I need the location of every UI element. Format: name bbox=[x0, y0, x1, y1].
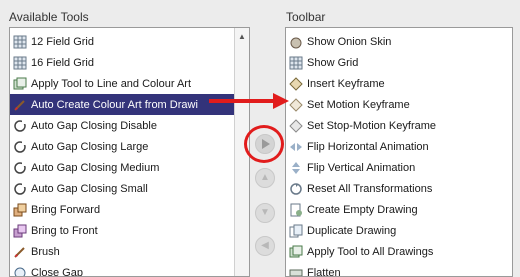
available-tool-item-label: Auto Create Colour Art from Drawi bbox=[31, 98, 198, 111]
available-tool-item[interactable]: Bring to Front bbox=[10, 220, 249, 241]
available-tool-item-label: Brush bbox=[31, 245, 60, 258]
available-tool-item[interactable]: 16 Field Grid bbox=[10, 52, 249, 73]
toolbar-tool-item[interactable]: Set Stop-Motion Keyframe bbox=[286, 115, 512, 136]
flatten-icon bbox=[289, 266, 303, 276]
available-tool-item[interactable]: 12 Field Grid bbox=[10, 31, 249, 52]
grid-icon bbox=[289, 56, 303, 70]
toolbar-tool-item[interactable]: Duplicate Drawing bbox=[286, 220, 512, 241]
scroll-up-icon[interactable]: ▲ bbox=[236, 31, 248, 43]
available-tool-item-label: Auto Gap Closing Medium bbox=[31, 161, 160, 174]
available-tool-item[interactable]: Brush bbox=[10, 241, 249, 262]
toolbar-tool-item[interactable]: Show Grid bbox=[286, 52, 512, 73]
annotation-arrow-head bbox=[273, 93, 289, 109]
toolbar-tool-item-label: Insert Keyframe bbox=[307, 77, 385, 90]
grid-icon bbox=[13, 56, 27, 70]
toolbar-tool-item-label: Duplicate Drawing bbox=[307, 224, 397, 237]
grid-icon bbox=[13, 35, 27, 49]
gap-closing-icon bbox=[13, 119, 27, 133]
toolbar-tool-item-label: Apply Tool to All Drawings bbox=[307, 245, 434, 258]
flip-horizontal-icon bbox=[289, 140, 303, 154]
available-tool-item-label: Apply Tool to Line and Colour Art bbox=[31, 77, 192, 90]
new-drawing-icon bbox=[289, 203, 303, 217]
layers-icon bbox=[289, 245, 303, 259]
gap-closing-icon bbox=[13, 140, 27, 154]
available-tool-item-label: Auto Gap Closing Disable bbox=[31, 119, 157, 132]
toolbar-tool-item[interactable]: Flip Vertical Animation bbox=[286, 157, 512, 178]
available-tool-item-label: Auto Gap Closing Large bbox=[31, 140, 149, 153]
close-gap-icon bbox=[13, 266, 27, 276]
annotation-circle bbox=[244, 125, 284, 163]
move-up-button[interactable]: ▲ bbox=[255, 168, 275, 188]
available-tools-label: Available Tools bbox=[9, 10, 89, 24]
toolbar-tool-item[interactable]: Flatten bbox=[286, 262, 512, 277]
reset-icon bbox=[289, 182, 303, 196]
gap-closing-icon bbox=[13, 182, 27, 196]
available-tool-item[interactable]: Auto Gap Closing Medium bbox=[10, 157, 249, 178]
toolbar-tool-item-label: Set Motion Keyframe bbox=[307, 98, 410, 111]
keyframe-icon bbox=[289, 76, 303, 91]
available-tool-item[interactable]: Auto Create Colour Art from Drawi bbox=[10, 94, 249, 115]
toolbar-tool-item[interactable]: Apply Tool to All Drawings bbox=[286, 241, 512, 262]
toolbar-tool-item[interactable]: Set Motion Keyframe bbox=[286, 94, 512, 115]
toolbar-tool-item-label: Reset All Transformations bbox=[307, 182, 433, 195]
toolbar-label: Toolbar bbox=[286, 10, 326, 24]
available-tools-list[interactable]: 12 Field Grid 16 Field Grid Apply Tool to … bbox=[9, 27, 250, 277]
motion-keyframe-icon bbox=[289, 97, 303, 112]
available-tool-item-label: Auto Gap Closing Small bbox=[31, 182, 148, 195]
toolbar-tool-item-label: Create Empty Drawing bbox=[307, 203, 418, 216]
toolbar-tool-item-label: Show Onion Skin bbox=[307, 35, 392, 48]
remove-from-toolbar-button[interactable]: ◀ bbox=[255, 236, 275, 256]
toolbar-list[interactable]: Show Onion Skin Show Grid Insert Keyframe S… bbox=[285, 27, 513, 277]
gap-closing-icon bbox=[13, 161, 27, 175]
available-tool-item[interactable]: Auto Gap Closing Small bbox=[10, 178, 249, 199]
toolbar-tool-item[interactable]: Create Empty Drawing bbox=[286, 199, 512, 220]
onion-skin-icon bbox=[289, 35, 303, 49]
toolbar-tool-item[interactable]: Show Onion Skin bbox=[286, 31, 512, 52]
annotation-arrow bbox=[209, 99, 277, 103]
available-tool-item[interactable]: Close Gap bbox=[10, 262, 249, 277]
toolbar-tool-item[interactable]: Flip Horizontal Animation bbox=[286, 136, 512, 157]
toolbar-tool-item-label: Flatten bbox=[307, 266, 341, 277]
flip-vertical-icon bbox=[289, 161, 303, 175]
available-tool-item-label: 12 Field Grid bbox=[31, 35, 94, 48]
available-tool-item-label: 16 Field Grid bbox=[31, 56, 94, 69]
stop-motion-keyframe-icon bbox=[289, 118, 303, 133]
available-tool-item[interactable]: Auto Gap Closing Disable bbox=[10, 115, 249, 136]
toolbar-tool-item-label: Set Stop-Motion Keyframe bbox=[307, 119, 437, 132]
available-tool-item[interactable]: Bring Forward bbox=[10, 199, 249, 220]
available-tool-item[interactable]: Apply Tool to Line and Colour Art bbox=[10, 73, 249, 94]
bring-forward-icon bbox=[13, 203, 27, 217]
duplicate-icon bbox=[289, 224, 303, 238]
move-down-button[interactable]: ▼ bbox=[255, 203, 275, 223]
bring-front-icon bbox=[13, 224, 27, 238]
brush-icon bbox=[13, 245, 27, 259]
brush-icon bbox=[13, 98, 27, 112]
toolbar-tool-item-label: Flip Horizontal Animation bbox=[307, 140, 429, 153]
toolbar-tool-item[interactable]: Reset All Transformations bbox=[286, 178, 512, 199]
available-tool-item-label: Bring Forward bbox=[31, 203, 101, 216]
available-tool-item-label: Close Gap bbox=[31, 266, 83, 277]
layers-icon bbox=[13, 77, 27, 91]
available-tool-item[interactable]: Auto Gap Closing Large bbox=[10, 136, 249, 157]
toolbar-tool-item-label: Show Grid bbox=[307, 56, 359, 69]
available-tool-item-label: Bring to Front bbox=[31, 224, 98, 237]
toolbar-tool-item-label: Flip Vertical Animation bbox=[307, 161, 416, 174]
toolbar-tool-item[interactable]: Insert Keyframe bbox=[286, 73, 512, 94]
